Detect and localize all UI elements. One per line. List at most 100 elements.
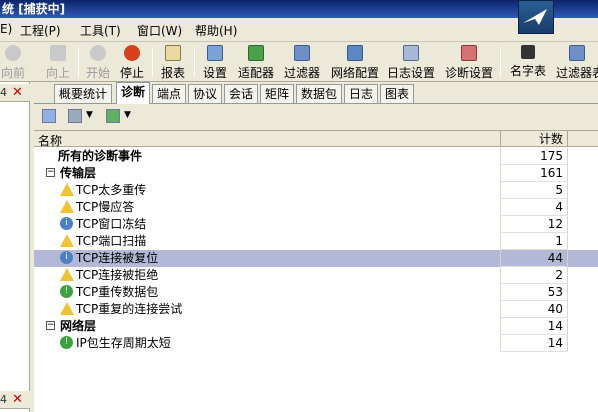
table-row[interactable]: TCP连接被拒绝 2	[34, 267, 598, 284]
tab-diagnosis[interactable]: 诊断	[116, 82, 151, 104]
table-row[interactable]: − 传输层 161	[34, 165, 598, 182]
refresh-icon[interactable]	[106, 109, 120, 123]
table-row[interactable]: ! TCP重传数据包 53	[34, 284, 598, 301]
forward-icon	[5, 45, 21, 61]
row-count: 175	[500, 148, 568, 165]
ok-icon: !	[60, 285, 73, 298]
tab-log[interactable]: 日志	[344, 84, 379, 103]
settings-button[interactable]: 设置	[201, 45, 229, 80]
menu-item-project[interactable]: 工程(P)	[20, 22, 61, 39]
up-arrow-icon	[50, 45, 66, 61]
diagnosis-grid: 名称 计数 所有的诊断事件 175− 传输层 161 TCP太多重传 5 TCP慢应答 4 i T…	[34, 130, 598, 412]
tab-session[interactable]: 会话	[224, 84, 259, 103]
save-icon[interactable]	[42, 109, 56, 123]
left-panel-number: 4	[0, 393, 7, 406]
warning-icon	[60, 268, 74, 281]
chevron-down-icon[interactable]: ▼	[86, 110, 93, 120]
row-count: 5	[500, 182, 568, 199]
row-name: TCP端口扫描	[76, 234, 147, 248]
up-button[interactable]: 向上	[44, 45, 72, 80]
row-count: 4	[500, 199, 568, 216]
column-header-name[interactable]: 名称	[38, 132, 62, 149]
row-name: 网络层	[60, 319, 97, 333]
grid-header: 名称 计数	[34, 131, 598, 149]
left-panel-header-bottom: 4 ✕	[0, 391, 30, 409]
menu-item-tools[interactable]: 工具(T)	[80, 22, 121, 39]
table-row[interactable]: TCP重复的连接尝试 40	[34, 301, 598, 318]
warning-icon	[60, 183, 74, 196]
diagnosis-settings-button[interactable]: 诊断设置	[444, 45, 494, 80]
table-row[interactable]: − 网络层 14	[34, 318, 598, 335]
tab-protocol[interactable]: 协议	[188, 84, 223, 103]
row-count: 1	[500, 233, 568, 250]
collapse-icon[interactable]: −	[46, 168, 55, 177]
row-count: 161	[500, 165, 568, 182]
row-name: IP包生存周期太短	[76, 336, 171, 350]
row-name: TCP重复的连接尝试	[76, 302, 183, 316]
start-button[interactable]: 开始	[84, 45, 112, 80]
log-settings-button[interactable]: 日志设置	[386, 45, 436, 80]
menu-item-window[interactable]: 窗口(W)	[137, 22, 182, 39]
forward-button[interactable]: 向前	[0, 45, 26, 80]
sub-toolbar: ▼ ▼	[34, 104, 598, 130]
name-table-button[interactable]: 名字表	[508, 45, 548, 79]
left-panel: 4 ✕ 4 ✕	[0, 82, 30, 412]
name-table-icon	[521, 45, 535, 59]
tab-strip: 概要统计 诊断 端点 协议 会话 矩阵 数据包 日志 图表	[34, 82, 598, 104]
collapse-icon[interactable]: −	[46, 321, 55, 330]
toolbar-separator	[194, 47, 195, 77]
warning-icon	[60, 200, 74, 213]
diagnosis-icon	[461, 45, 477, 61]
adapter-button[interactable]: 适配器	[236, 45, 276, 80]
info-icon: i	[60, 217, 73, 230]
warning-icon	[60, 302, 74, 315]
tab-matrix[interactable]: 矩阵	[260, 84, 295, 103]
table-row[interactable]: i TCP连接被复位 44	[34, 250, 598, 267]
toolbar-separator	[152, 47, 153, 77]
tab-endpoints[interactable]: 端点	[152, 84, 187, 103]
table-row[interactable]: TCP慢应答 4	[34, 199, 598, 216]
table-row[interactable]: ! IP包生存周期太短 14	[34, 335, 598, 352]
row-name: TCP连接被复位	[76, 251, 159, 265]
toolbar-separator	[78, 47, 79, 77]
stop-icon	[124, 45, 140, 61]
network-config-button[interactable]: 网络配置	[330, 45, 380, 80]
info-icon: i	[60, 251, 73, 264]
chevron-down-icon[interactable]: ▼	[124, 110, 131, 120]
table-row[interactable]: TCP太多重传 5	[34, 182, 598, 199]
columns-icon[interactable]	[68, 109, 82, 123]
ok-icon: !	[60, 336, 73, 349]
network-icon	[347, 45, 363, 61]
tab-summary[interactable]: 概要统计	[54, 84, 113, 103]
stop-button[interactable]: 停止	[118, 45, 146, 80]
table-row[interactable]: i TCP窗口冻结 12	[34, 216, 598, 233]
column-header-count[interactable]: 计数	[500, 131, 568, 147]
row-name: 传输层	[60, 166, 97, 180]
report-icon	[165, 45, 181, 61]
filter-button[interactable]: 过滤器	[282, 45, 322, 80]
menu-item-help[interactable]: 帮助(H)	[195, 22, 237, 39]
toolbar-separator	[500, 47, 501, 77]
report-button[interactable]: 报表	[159, 45, 187, 80]
table-row[interactable]: TCP端口扫描 1	[34, 233, 598, 250]
row-count: 2	[500, 267, 568, 284]
row-count: 40	[500, 301, 568, 318]
app-logo	[518, 0, 554, 34]
row-count: 53	[500, 284, 568, 301]
row-count: 44	[500, 250, 568, 267]
close-icon[interactable]: ✕	[12, 85, 23, 100]
filter-icon	[294, 45, 310, 61]
row-name: TCP慢应答	[76, 200, 135, 214]
tab-packets[interactable]: 数据包	[296, 84, 343, 103]
table-row[interactable]: 所有的诊断事件 175	[34, 148, 598, 165]
tab-chart[interactable]: 图表	[380, 84, 415, 103]
menu-bar: E) 工程(P) 工具(T) 窗口(W) 帮助(H)	[0, 18, 598, 42]
row-count: 14	[500, 318, 568, 335]
filter-table-button[interactable]: 过滤器表	[556, 45, 598, 79]
row-count: 12	[500, 216, 568, 233]
menu-item-edit[interactable]: E)	[0, 22, 12, 36]
close-icon[interactable]: ✕	[12, 392, 23, 407]
row-name: TCP窗口冻结	[76, 217, 147, 231]
left-panel-header-top: 4 ✕	[0, 84, 30, 102]
settings-icon	[207, 45, 223, 61]
